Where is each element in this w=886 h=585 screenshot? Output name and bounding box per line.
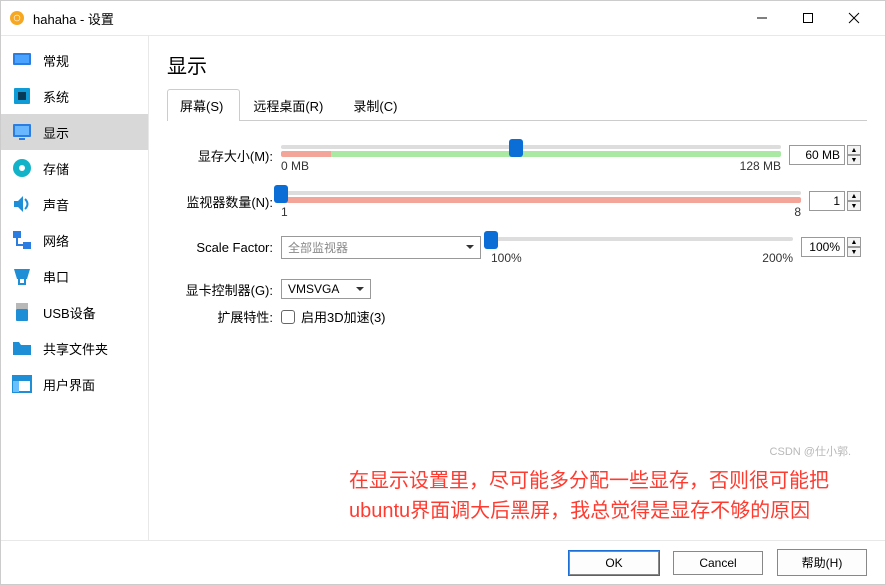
checkbox-box	[281, 310, 295, 324]
ext-label: 扩展特性:	[173, 307, 281, 326]
scale-max: 200%	[762, 251, 793, 265]
sidebar-item-display[interactable]: 显示	[1, 114, 148, 150]
vram-slider[interactable]	[281, 137, 781, 157]
user-annotation: CSDN @仕小郭. 在显示设置里，尽可能多分配一些显存，否则很可能把ubunt…	[349, 466, 861, 526]
controller-select[interactable]: VMSVGA	[281, 279, 371, 299]
vram-label: 显存大小(M):	[173, 146, 281, 165]
scale-spinner[interactable]: ▲▼	[847, 237, 861, 257]
tab-screen[interactable]: 屏幕(S)	[167, 89, 240, 121]
scale-slider[interactable]	[491, 229, 793, 249]
watermark: CSDN @仕小郭.	[770, 444, 851, 461]
tab-record[interactable]: 录制(C)	[340, 89, 414, 121]
close-button[interactable]	[831, 3, 877, 33]
sidebar-item-ui[interactable]: 用户界面	[1, 366, 148, 402]
sidebar-item-label: 存储	[43, 159, 69, 178]
cancel-button[interactable]: Cancel	[673, 551, 763, 575]
sidebar-item-usb[interactable]: USB设备	[1, 294, 148, 330]
vram-max: 128 MB	[740, 159, 781, 173]
storage-icon	[11, 157, 33, 179]
virtualbox-icon	[9, 10, 25, 26]
sidebar-item-serial[interactable]: 串口	[1, 258, 148, 294]
sidebar-item-label: USB设备	[43, 303, 96, 322]
minimize-button[interactable]	[739, 3, 785, 33]
sidebar-item-label: 常规	[43, 51, 69, 70]
content-pane: 显示 屏幕(S) 远程桌面(R) 录制(C) 显存大小(M): 0 MB128	[149, 36, 885, 540]
display-icon	[11, 121, 33, 143]
serial-icon	[11, 265, 33, 287]
monitors-max: 8	[794, 205, 801, 219]
monitors-slider[interactable]	[281, 183, 801, 203]
scale-value[interactable]: 100%	[801, 237, 845, 257]
audio-icon	[11, 193, 33, 215]
window-title: hahaha - 设置	[33, 9, 739, 28]
scale-min: 100%	[491, 251, 522, 265]
sidebar-item-shared[interactable]: 共享文件夹	[1, 330, 148, 366]
usb-icon	[11, 301, 33, 323]
sidebar-item-storage[interactable]: 存储	[1, 150, 148, 186]
sidebar-item-label: 显示	[43, 123, 69, 142]
settings-window: hahaha - 设置 常规 系统 显示 存储	[0, 0, 886, 585]
help-button[interactable]: 帮助(H)	[777, 549, 867, 576]
checkbox-label: 启用3D加速(3)	[301, 307, 386, 326]
enable-3d-checkbox[interactable]: 启用3D加速(3)	[281, 307, 386, 326]
main-area: 常规 系统 显示 存储 声音 网络	[1, 35, 885, 540]
footer: OK Cancel 帮助(H)	[1, 540, 885, 584]
sidebar-item-label: 声音	[43, 195, 69, 214]
row-monitors: 监视器数量(N): 18 1 ▲▼	[173, 183, 861, 219]
tab-remote[interactable]: 远程桌面(R)	[240, 89, 340, 121]
page-title: 显示	[167, 50, 867, 79]
sidebar-item-label: 网络	[43, 231, 69, 250]
titlebar: hahaha - 设置	[1, 1, 885, 35]
sidebar-item-audio[interactable]: 声音	[1, 186, 148, 222]
system-icon	[11, 85, 33, 107]
vram-value[interactable]: 60 MB	[789, 145, 845, 165]
row-vram: 显存大小(M): 0 MB 128 MB 60 MB ▲▼	[173, 137, 861, 173]
monitors-spinner[interactable]: ▲▼	[847, 191, 861, 211]
sidebar-item-general[interactable]: 常规	[1, 42, 148, 78]
controller-label: 显卡控制器(G):	[173, 280, 281, 299]
monitors-label: 监视器数量(N):	[173, 192, 281, 211]
network-icon	[11, 229, 33, 251]
sidebar: 常规 系统 显示 存储 声音 网络	[1, 36, 149, 540]
tab-screen-pane: 显存大小(M): 0 MB 128 MB 60 MB ▲▼ 监视器数量(N):	[167, 121, 867, 338]
ui-icon	[11, 373, 33, 395]
tabs: 屏幕(S) 远程桌面(R) 录制(C)	[167, 89, 867, 121]
vram-min: 0 MB	[281, 159, 309, 173]
row-controller: 显卡控制器(G): VMSVGA	[173, 279, 861, 299]
general-icon	[11, 49, 33, 71]
scale-label: Scale Factor:	[173, 240, 281, 255]
shared-folder-icon	[11, 337, 33, 359]
sidebar-item-label: 串口	[43, 267, 69, 286]
sidebar-item-label: 共享文件夹	[43, 339, 108, 358]
row-scale: Scale Factor: 全部监视器 100% 200% 100% ▲▼	[173, 229, 861, 265]
sidebar-item-label: 系统	[43, 87, 69, 106]
sidebar-item-system[interactable]: 系统	[1, 78, 148, 114]
sidebar-item-network[interactable]: 网络	[1, 222, 148, 258]
sidebar-item-label: 用户界面	[43, 375, 95, 394]
scale-monitor-select[interactable]: 全部监视器	[281, 236, 481, 259]
ok-button[interactable]: OK	[569, 551, 659, 575]
maximize-button[interactable]	[785, 3, 831, 33]
vram-spinner[interactable]: ▲▼	[847, 145, 861, 165]
row-ext: 扩展特性: 启用3D加速(3)	[173, 307, 861, 326]
monitors-min: 1	[281, 205, 288, 219]
monitors-value[interactable]: 1	[809, 191, 845, 211]
